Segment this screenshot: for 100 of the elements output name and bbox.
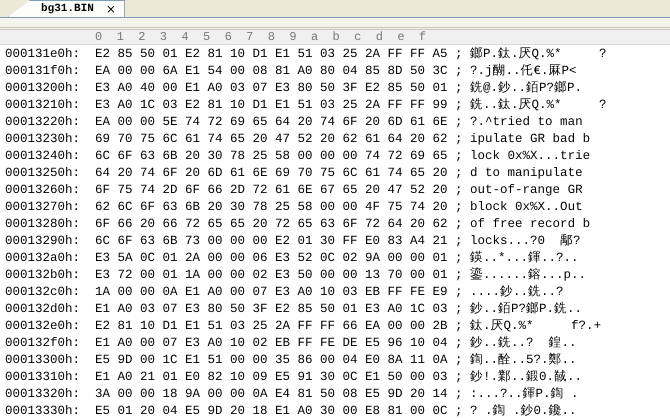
column-header: b [332, 30, 340, 44]
column-header: 0 [95, 30, 102, 44]
separator: ; [455, 403, 464, 418]
hex-bytes: E2 85 50 01 E2 81 10 D1 E1 51 03 25 2A FF FF A5 [95, 46, 449, 63]
row-offset: 000131e0h: [5, 46, 82, 63]
row-offset: 000131f0h: [5, 63, 82, 80]
ascii-text: 銑@.鈔..銆P?鎯P. [470, 80, 582, 97]
column-header: c [354, 30, 362, 44]
row-offset: 000132b0h: [5, 267, 82, 284]
ascii-text: d to manipulate [470, 165, 583, 182]
row-offset: 000132f0h: [5, 335, 82, 352]
file-tab[interactable]: bg31.BIN × [8, 0, 125, 17]
separator: ; [455, 199, 464, 216]
ascii-text: block 0x%X..Out [470, 199, 583, 216]
hex-bytes: 69 70 75 6C 61 74 65 20 47 52 20 62 61 64 20 62 [95, 131, 449, 148]
separator: ; [455, 335, 464, 352]
hex-bytes: E3 A0 1C 03 E2 81 10 D1 E1 51 03 25 2A FF FF 99 [95, 97, 449, 114]
separator: ; [455, 386, 464, 403]
column-header: f [418, 30, 426, 44]
separator: ; [455, 182, 464, 199]
ascii-text: lock 0x%X...trie [470, 148, 590, 165]
row-offset: 00013210h: [5, 97, 82, 114]
close-icon[interactable]: × [106, 2, 116, 16]
separator: ; [455, 267, 464, 284]
separator: ; [455, 131, 464, 148]
ascii-text: 鈔..銆P?鎯P.銑.. [470, 301, 582, 318]
row-offset: 00013200h: [5, 80, 82, 97]
ascii-text: 鈦.厌Q.%* f?.+ [470, 318, 602, 335]
row-offset: 00013330h: [5, 403, 82, 418]
row-offset: 00013260h: [5, 182, 82, 199]
row-offset: 00013230h: [5, 131, 82, 148]
hex-bytes: 6F 66 20 66 72 65 65 20 72 65 63 6F 72 64 20 62 [95, 216, 449, 233]
hex-bytes: 6C 6F 63 6B 73 00 00 00 E2 01 30 FF E0 83 A4 21 [95, 233, 449, 250]
row-offset: 00013300h: [5, 352, 82, 369]
hex-bytes: E5 01 20 04 E5 9D 20 18 E1 A0 30 00 E8 81 00 0C [95, 403, 449, 418]
hex-bytes: E2 81 10 D1 E1 51 03 25 2A FF FF 66 EA 00 00 2B [95, 318, 449, 335]
column-header: 2 [138, 30, 146, 44]
row-offset: 00013270h: [5, 199, 82, 216]
column-header: 1 [116, 30, 124, 44]
ascii-text: 鎏......鎔...p.. [470, 267, 586, 284]
column-header: 4 [181, 30, 189, 44]
ascii-text: locks...?0 鄅? [470, 233, 581, 250]
column-header: 6 [224, 30, 232, 44]
separator: ; [455, 250, 464, 267]
hex-bytes: 64 20 74 6F 20 6D 61 6E 69 70 75 6C 61 74 65 20 [95, 165, 449, 182]
separator: ; [455, 301, 464, 318]
hex-bytes: 6F 75 74 2D 6F 66 2D 72 61 6E 67 65 20 47 52 20 [95, 182, 449, 199]
column-header: d [376, 30, 383, 44]
separator: ; [455, 114, 464, 131]
separator: ; [455, 46, 464, 63]
ascii-text: 鈔..銑..? 鍠.. [470, 335, 577, 352]
ascii-text: out-of-range GR [470, 182, 583, 199]
ascii-text: of free record b [470, 216, 590, 233]
ascii-text: :...?..鍕P.鍧 . [470, 386, 579, 403]
column-header: 8 [268, 30, 275, 44]
separator: ; [455, 165, 464, 182]
hex-bytes: E1 A0 03 07 E3 80 50 3F E2 85 50 01 E3 A0 1C 03 [95, 301, 449, 318]
ascii-text: 鍈..*...鍕..?.. [470, 250, 579, 267]
hex-bytes: E1 A0 00 07 E3 A0 10 02 EB FF FE DE E5 96 10 04 [95, 335, 449, 352]
hex-bytes: E3 5A 0C 01 2A 00 00 06 E3 52 0C 02 9A 00 00 01 [95, 250, 449, 267]
hex-bytes: EA 00 00 6A E1 54 00 08 81 A0 80 04 85 8D 50 3C [95, 63, 449, 80]
ascii-text: 鍧..酫..5?.鄭.. [470, 352, 577, 369]
row-offset: 000132d0h: [5, 301, 82, 318]
separator: ; [455, 369, 464, 386]
separator: ; [455, 148, 464, 165]
hex-bytes: E3 72 00 01 1A 00 00 02 E3 50 00 00 13 70 00 01 [95, 267, 449, 284]
separator: ; [455, 352, 464, 369]
row-offset: 00013220h: [5, 114, 82, 131]
hex-bytes: E1 A0 21 01 E0 82 10 09 E5 91 30 0C E1 50 00 03 [95, 369, 449, 386]
column-header: e [397, 30, 405, 44]
row-offset: 00013310h: [5, 369, 82, 386]
column-header: a [310, 30, 318, 44]
row-offset: 00013320h: [5, 386, 82, 403]
column-header: 7 [246, 30, 254, 44]
hex-bytes: 1A 00 00 0A E1 A0 00 07 E3 A0 10 03 EB FF FE E9 [95, 284, 449, 301]
separator: ; [455, 216, 464, 233]
hex-bytes: 3A 00 00 18 9A 00 00 0A E4 81 50 08 E5 9D 20 14 [95, 386, 449, 403]
hex-bytes: E5 9D 00 1C E1 51 00 00 35 86 00 04 E0 8A 11 0A [95, 352, 449, 369]
row-offset: 000132a0h: [5, 250, 82, 267]
row-offset: 00013240h: [5, 148, 82, 165]
separator: ; [455, 284, 464, 301]
row-offset: 00013280h: [5, 216, 82, 233]
column-header: 3 [160, 30, 167, 44]
hex-bytes: 6C 6F 63 6B 20 30 78 25 58 00 00 00 74 72 69 65 [95, 148, 449, 165]
ascii-text: ?.j醐..仛€.厤P< [470, 63, 577, 80]
column-header: 5 [202, 30, 210, 44]
row-offset: 000132e0h: [5, 318, 82, 335]
ascii-text: ipulate GR bad b [470, 131, 590, 148]
column-header: 9 [289, 30, 297, 44]
row-offset: 00013290h: [5, 233, 82, 250]
row-offset: 000132c0h: [5, 284, 82, 301]
ascii-text: 鈔!.鄴..鍛0.馘.. [470, 369, 582, 386]
separator: ; [455, 318, 464, 335]
ascii-text: ? .鍧 .鈔0.鑱.. [470, 403, 577, 418]
ascii-text: 鎯P.鈦.厌Q.%* ? [470, 46, 607, 63]
ascii-text: ....鈔..銑..? [470, 284, 564, 301]
hex-bytes: EA 00 00 5E 74 72 69 65 64 20 74 6F 20 6D 61 6E [95, 114, 449, 131]
separator: ; [455, 63, 464, 80]
separator: ; [455, 80, 464, 97]
ascii-text: 銑..鈦.厌Q.%* ? [470, 97, 607, 114]
